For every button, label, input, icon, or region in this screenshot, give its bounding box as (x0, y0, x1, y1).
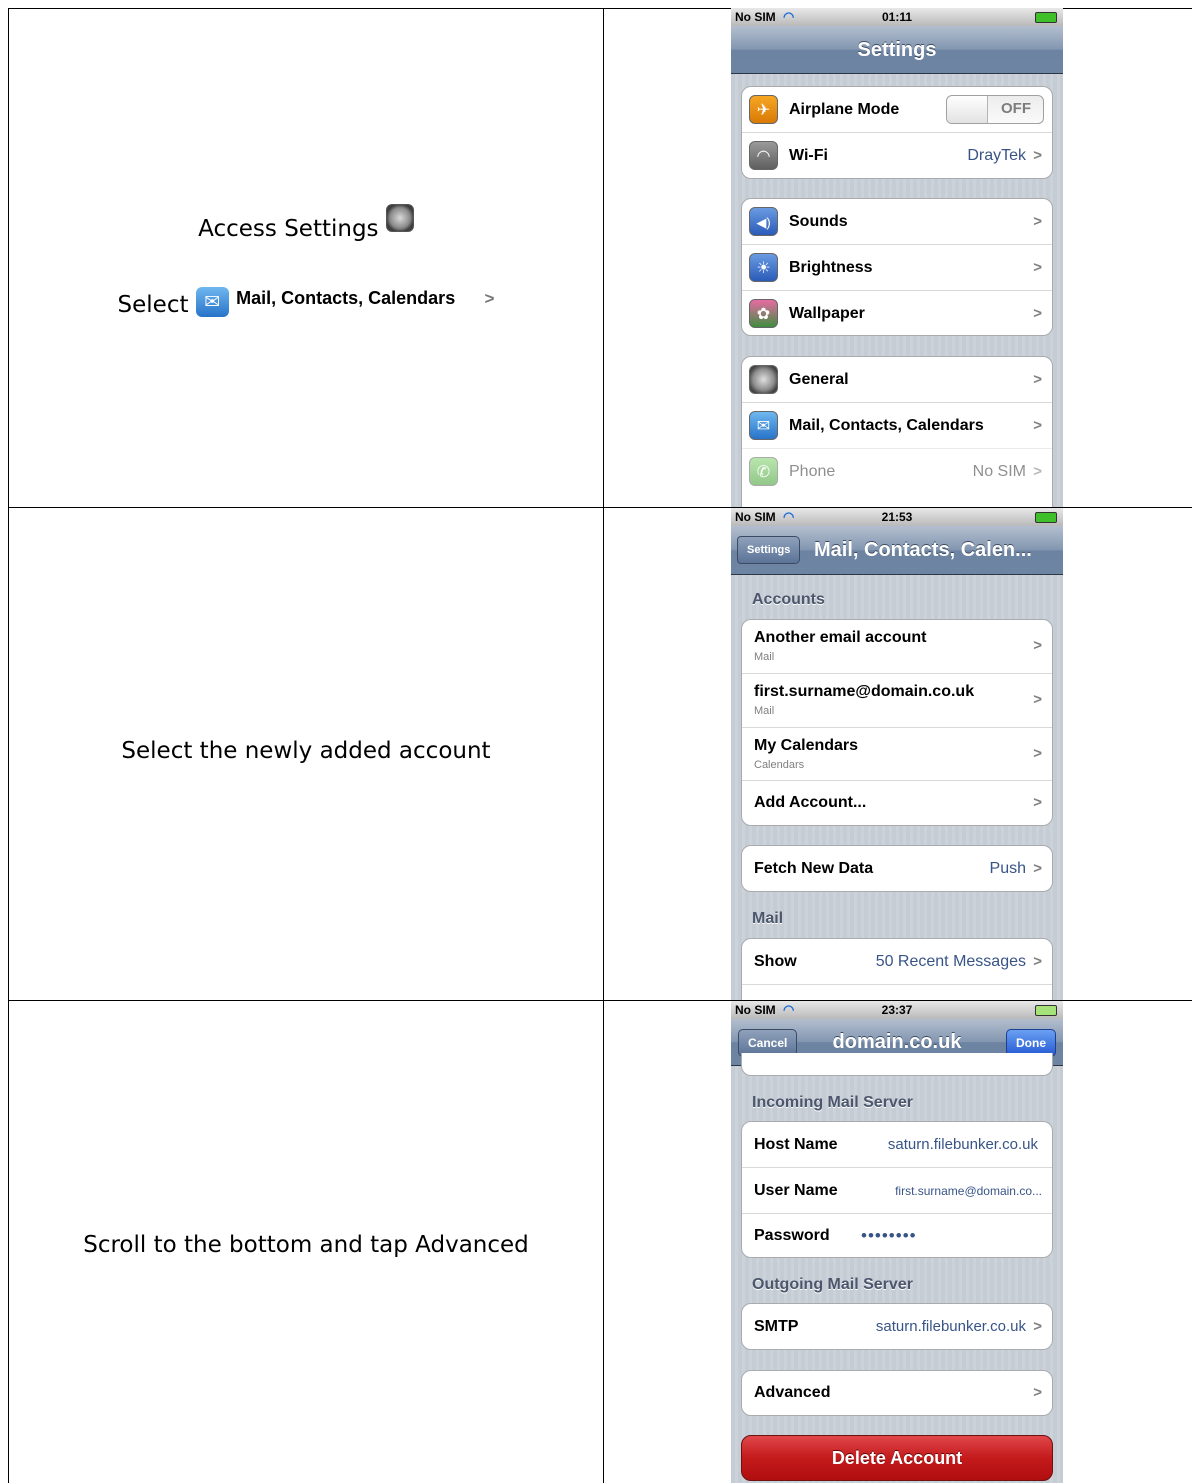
phone-icon: ✆ (749, 457, 778, 486)
chevron-right-icon: > (1033, 745, 1042, 762)
host-name-field[interactable]: Host Name saturn.filebunker.co.uk (742, 1122, 1052, 1167)
settings-row-brightness[interactable]: ☀ Brightness > (742, 244, 1052, 290)
wallpaper-icon: ✿ (749, 299, 778, 328)
mail-icon: ✉ (749, 411, 778, 440)
iphone-screenshot-mail-settings: No SIM ◠ 21:53 Settings Mail, Contacts, … (731, 508, 1063, 1000)
iphone-screenshot-account-edit: No SIM ◠ 23:37 Cancel domain.co.uk Done … (731, 1001, 1063, 1483)
battery-icon (1035, 1005, 1057, 1016)
chevron-right-icon: > (1033, 305, 1042, 322)
settings-row-general[interactable]: General > (742, 357, 1052, 402)
section-header-outgoing: Outgoing Mail Server (752, 1276, 913, 1293)
add-account-row[interactable]: Add Account... > (742, 780, 1052, 825)
settings-gear-icon (385, 204, 414, 232)
settings-group-connectivity: ✈ Airplane Mode OFF ◠ Wi-Fi DrayTek > (741, 86, 1053, 179)
settings-row-airplane-mode[interactable]: ✈ Airplane Mode OFF (742, 87, 1052, 132)
status-bar: No SIM ◠ 23:37 (731, 1001, 1063, 1019)
delete-account-button[interactable]: Delete Account (741, 1435, 1053, 1481)
previous-group-edge (741, 1053, 1053, 1076)
accounts-list: Another email account Mail > first.surna… (741, 619, 1053, 826)
list-item (742, 984, 1052, 1000)
nav-title: Mail, Contacts, Calen... (814, 539, 1032, 561)
chevron-right-icon: > (1033, 259, 1042, 276)
nav-bar: Settings (731, 26, 1063, 74)
airplane-icon: ✈ (749, 95, 778, 124)
password-field[interactable]: Password •••••••• (742, 1213, 1052, 1257)
outgoing-server-group: SMTP saturn.filebunker.co.uk > (741, 1303, 1053, 1350)
settings-group-apps: General > ✉ Mail, Contacts, Calendars > … (741, 356, 1053, 507)
chevron-right-icon: > (1033, 691, 1042, 708)
chevron-right-icon: > (1033, 1318, 1042, 1335)
chevron-right-icon: > (1033, 637, 1042, 654)
airplane-mode-toggle[interactable]: OFF (946, 95, 1044, 124)
chevron-right-icon: > (484, 289, 495, 308)
nav-title: Settings (857, 39, 937, 61)
mail-icon: ✉ (195, 287, 229, 317)
instruction-tap-advanced: Scroll to the bottom and tap Advanced (83, 1232, 529, 1258)
settings-row-wifi[interactable]: ◠ Wi-Fi DrayTek > (742, 132, 1052, 178)
general-gear-icon (749, 365, 778, 394)
smtp-row[interactable]: SMTP saturn.filebunker.co.uk > (742, 1304, 1052, 1349)
nav-bar: Settings Mail, Contacts, Calen... (731, 526, 1063, 575)
settings-row-sounds[interactable]: ◀) Sounds > (742, 199, 1052, 244)
section-header-incoming: Incoming Mail Server (752, 1094, 913, 1111)
instruction-select-account: Select the newly added account (121, 738, 491, 764)
battery-icon (1035, 512, 1057, 523)
account-row-new[interactable]: first.surname@domain.co.uk Mail > (742, 673, 1052, 727)
chevron-right-icon: > (1033, 1384, 1042, 1401)
fetch-new-data-row[interactable]: Fetch New Data Push > (742, 846, 1052, 891)
status-bar: No SIM ◠ 21:53 (731, 508, 1063, 526)
section-header-mail: Mail (752, 910, 784, 927)
account-row[interactable]: My Calendars Calendars > (742, 727, 1052, 780)
fetch-new-data-group: Fetch New Data Push > (741, 845, 1053, 892)
show-messages-row[interactable]: Show 50 Recent Messages > (742, 939, 1052, 984)
settings-row-mail-contacts-calendars[interactable]: ✉ Mail, Contacts, Calendars > (742, 402, 1052, 448)
instruction-select-mail: Select ✉ Mail, Contacts, Calendars > (117, 287, 495, 318)
settings-row-phone[interactable]: ✆ Phone No SIM > (742, 448, 1052, 494)
chevron-right-icon: > (1033, 463, 1042, 480)
wifi-icon: ◠ (749, 141, 778, 170)
advanced-group: Advanced > (741, 1370, 1053, 1416)
sounds-icon: ◀) (749, 207, 778, 236)
chevron-right-icon: > (1033, 371, 1042, 388)
iphone-screenshot-settings: No SIM ◠ 01:11 Settings ✈ Airplane Mode … (731, 8, 1063, 507)
incoming-server-group: Host Name saturn.filebunker.co.uk User N… (741, 1121, 1053, 1258)
settings-row-wallpaper[interactable]: ✿ Wallpaper > (742, 290, 1052, 335)
back-button[interactable]: Settings (737, 536, 801, 564)
section-header-accounts: Accounts (752, 591, 825, 608)
chevron-right-icon: > (1033, 417, 1042, 434)
settings-group-personalize: ◀) Sounds > ☀ Brightness > ✿ Wallpaper > (741, 198, 1053, 336)
account-row[interactable]: Another email account Mail > (742, 620, 1052, 673)
brightness-icon: ☀ (749, 253, 778, 282)
user-name-field[interactable]: User Name first.surname@domain.co... (742, 1167, 1052, 1213)
mail-options-group: Show 50 Recent Messages > (741, 938, 1053, 1000)
chevron-right-icon: > (1033, 860, 1042, 877)
battery-icon (1035, 12, 1057, 23)
status-bar: No SIM ◠ 01:11 (731, 8, 1063, 26)
chevron-right-icon: > (1033, 794, 1042, 811)
advanced-row[interactable]: Advanced > (742, 1371, 1052, 1415)
chevron-right-icon: > (1033, 147, 1042, 164)
chevron-right-icon: > (1033, 953, 1042, 970)
instruction-access-settings: Access Settings (8, 204, 604, 242)
chevron-right-icon: > (1033, 213, 1042, 230)
